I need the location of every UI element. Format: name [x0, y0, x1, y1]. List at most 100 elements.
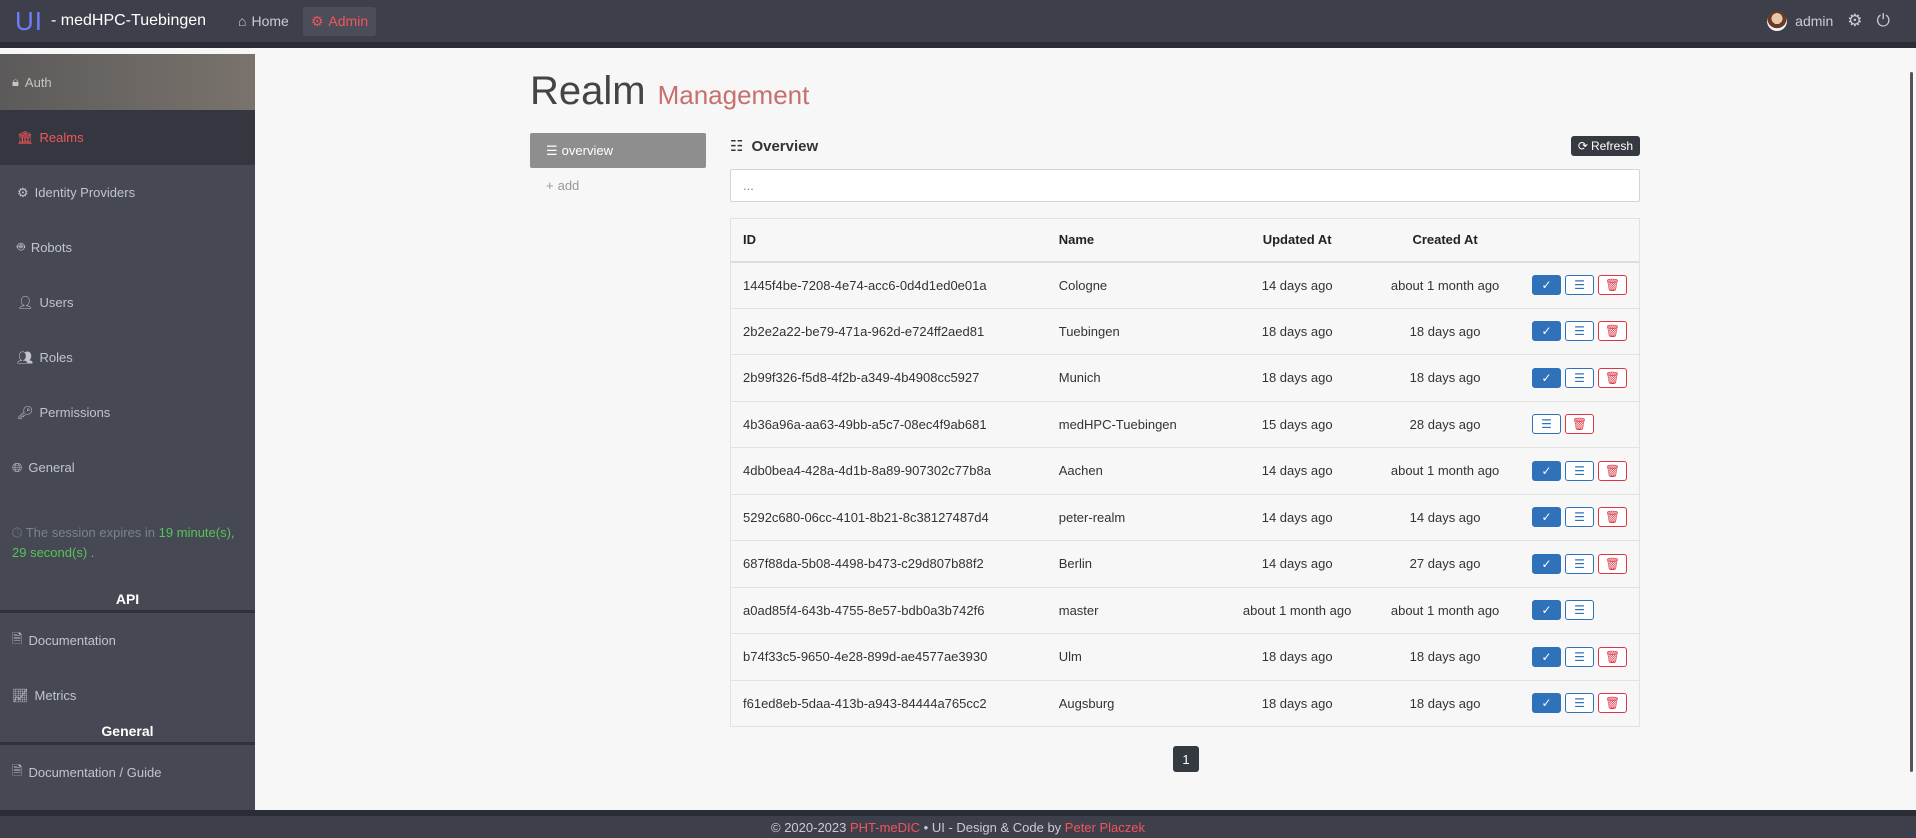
cell-created: 27 days ago: [1370, 540, 1520, 587]
bars-icon: ☰: [1574, 556, 1585, 571]
sidebar-item-robots[interactable]: 🤖︎ Robots: [0, 220, 255, 275]
bars-icon: ☰: [1574, 510, 1585, 525]
sidebar-item-permissions[interactable]: 🔑︎ Permissions: [0, 385, 255, 440]
overview-header: ☷ Overview ⟳ Refresh: [730, 133, 1640, 159]
details-button[interactable]: ☰: [1565, 646, 1594, 667]
bars-icon: ☰: [1541, 417, 1552, 432]
page-title: Realm Management: [530, 69, 809, 114]
table-row: 687f88da-5b08-4498-b473-c29d807b88f2 Berl…: [730, 540, 1640, 587]
details-button[interactable]: ☰: [1565, 553, 1594, 574]
select-button[interactable]: ✓: [1532, 460, 1561, 481]
home-icon: ⌂: [238, 13, 247, 29]
menu-add[interactable]: + add: [530, 168, 706, 203]
select-button[interactable]: ✓: [1532, 600, 1561, 621]
menu-add-label: add: [557, 178, 580, 193]
footer-author-link[interactable]: Peter Placzek: [1065, 820, 1145, 835]
menu-overview[interactable]: ☰ overview: [530, 133, 706, 168]
sidebar-item-label: Permissions: [39, 405, 111, 420]
select-button[interactable]: ✓: [1532, 553, 1561, 574]
delete-button[interactable]: 🗑︎: [1598, 321, 1627, 342]
cell-id: 2b2e2a22-be79-471a-962d-e724ff2aed81: [730, 307, 1047, 355]
col-id: ID: [730, 218, 1047, 263]
cell-updated: 18 days ago: [1224, 307, 1371, 355]
details-button[interactable]: ☰: [1565, 693, 1594, 714]
cell-actions: ✓ ☰ 🗑︎: [1520, 540, 1640, 587]
select-button[interactable]: ✓: [1532, 507, 1561, 528]
globe-icon: 🌐︎: [12, 459, 23, 475]
sidebar-item-guide[interactable]: 🗎︎ Documentation / Guide: [0, 745, 255, 800]
footer-org-link[interactable]: PHT-meDIC: [850, 820, 920, 835]
nav-home[interactable]: ⌂ Home: [230, 7, 297, 36]
sidebar-item-roles[interactable]: 👥︎ Roles: [0, 330, 255, 385]
cell-id: f61ed8eb-5daa-413b-a943-84444a765cc2: [730, 679, 1047, 727]
delete-button[interactable]: 🗑︎: [1598, 646, 1627, 667]
refresh-button[interactable]: ⟳ Refresh: [1570, 136, 1640, 156]
realm-menu: ☰ overview + add: [530, 133, 706, 203]
footer-copy: © 2020-2023: [771, 819, 847, 835]
menu-overview-label: overview: [561, 143, 613, 158]
delete-button[interactable]: 🗑︎: [1565, 414, 1594, 435]
sidebar-item-documentation[interactable]: 🗎︎ Documentation: [0, 613, 255, 668]
select-button[interactable]: ✓: [1532, 646, 1561, 667]
details-button[interactable]: ☰: [1565, 275, 1594, 295]
nav-admin[interactable]: ⚙ Admin: [302, 6, 377, 36]
cell-created: about 1 month ago: [1370, 447, 1520, 494]
cell-name: Ulm: [1046, 633, 1225, 680]
cell-id: a0ad85f4-643b-4755-8e57-bdb0a3b742f6: [730, 586, 1047, 634]
trash-icon: 🗑︎: [1604, 463, 1621, 478]
details-button[interactable]: ☰: [1565, 460, 1594, 481]
pagination-page[interactable]: 1: [1173, 746, 1199, 772]
trash-icon: 🗑︎: [1604, 278, 1621, 292]
delete-button[interactable]: 🗑︎: [1598, 693, 1627, 714]
delete-button[interactable]: 🗑︎: [1598, 507, 1627, 528]
check-icon: ✓: [1541, 696, 1552, 711]
cell-created: 18 days ago: [1370, 633, 1520, 680]
delete-button[interactable]: 🗑︎: [1598, 275, 1627, 295]
delete-button[interactable]: 🗑︎: [1598, 367, 1627, 388]
sidebar-item-identity-providers[interactable]: ⚙ Identity Providers: [0, 165, 255, 220]
bars-icon: ☰: [1574, 324, 1585, 339]
details-button[interactable]: ☰: [1532, 414, 1561, 435]
sidebar-item-metrics[interactable]: 📈︎ Metrics: [0, 668, 255, 723]
sidebar-auth-header[interactable]: 🔒︎ Auth: [0, 54, 255, 110]
details-button[interactable]: ☰: [1565, 367, 1594, 388]
sidebar-item-label: Users: [39, 295, 74, 310]
search-input[interactable]: ...: [730, 169, 1640, 202]
details-button[interactable]: ☰: [1565, 600, 1594, 621]
sidebar-item-label: Realms: [39, 130, 84, 145]
check-icon: ✓: [1541, 603, 1552, 618]
plus-icon: +: [546, 178, 554, 193]
select-button[interactable]: ✓: [1532, 367, 1561, 388]
delete-button[interactable]: 🗑︎: [1598, 460, 1627, 481]
bars-icon: ☰: [1574, 463, 1585, 478]
col-created: Created At: [1370, 218, 1520, 263]
user-menu[interactable]: admin: [1767, 11, 1833, 31]
power-icon[interactable]: ⏻: [1877, 11, 1890, 31]
table-row: a0ad85f4-643b-4755-8e57-bdb0a3b742f6 mast…: [730, 586, 1640, 634]
realms-table: ID Name Updated At Created At 1445f4be-7…: [730, 218, 1640, 727]
settings-gear-icon[interactable]: ⚙: [1847, 11, 1862, 31]
refresh-icon: ⟳: [1577, 139, 1588, 153]
sidebar-item-users[interactable]: 👤︎ Users: [0, 275, 255, 330]
sidebar-auth-label: Auth: [24, 74, 52, 90]
clock-icon: 🕓︎: [12, 525, 23, 540]
scrollbar[interactable]: [1910, 72, 1913, 772]
cell-updated: about 1 month ago: [1224, 586, 1371, 634]
cell-name: medHPC-Tuebingen: [1046, 400, 1225, 448]
sidebar-section-general: General: [0, 723, 255, 745]
details-button[interactable]: ☰: [1565, 321, 1594, 342]
sidebar-item-realms[interactable]: 🏛︎ Realms: [0, 110, 255, 165]
gear-icon: ⚙: [17, 184, 29, 200]
select-button[interactable]: ✓: [1532, 693, 1561, 714]
select-button[interactable]: ✓: [1532, 275, 1561, 295]
details-button[interactable]: ☰: [1565, 507, 1594, 528]
brand-logo: UI: [15, 5, 43, 36]
select-button[interactable]: ✓: [1532, 321, 1561, 342]
brand[interactable]: UI - medHPC-Tuebingen: [0, 6, 206, 37]
cell-name: peter-realm: [1046, 493, 1225, 541]
delete-button[interactable]: 🗑︎: [1598, 553, 1627, 574]
avatar: [1767, 11, 1788, 31]
cell-name: master: [1046, 586, 1225, 634]
sidebar-item-general[interactable]: 🌐︎ General: [0, 440, 255, 495]
check-icon: ✓: [1541, 649, 1552, 664]
